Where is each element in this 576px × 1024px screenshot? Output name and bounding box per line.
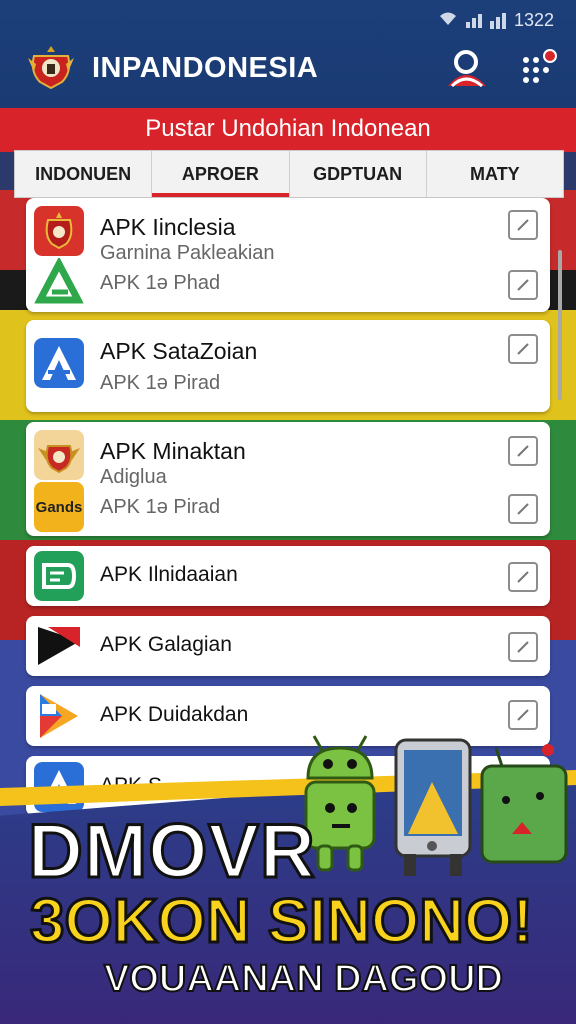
edit-button[interactable] (508, 210, 538, 240)
tab-gdptuan[interactable]: GDPTUAN (290, 151, 427, 197)
list-card: APK Galagian (26, 616, 550, 676)
list-card: APK SataZoian APK 1ə Pirad (26, 320, 550, 412)
edit-button[interactable] (508, 700, 538, 730)
item-title: APK Ilnidaaian (100, 563, 238, 586)
section-banner: Pustar Undohian Indonean (0, 108, 576, 152)
promo-highlight: 3OKON SINONO! (29, 886, 535, 958)
tab-indonuen[interactable]: INDONUEN (15, 151, 153, 197)
battery-icon (489, 12, 506, 29)
list-card: APK Ilnidaaian (26, 546, 550, 606)
item-title: APK Galagian (100, 633, 232, 656)
app-header: 1322 INPANDONESIA (0, 0, 576, 110)
phone-mascot-icon (394, 738, 472, 876)
edit-button[interactable] (508, 632, 538, 662)
android-robot-icon (304, 735, 376, 872)
tab-maty[interactable]: MATY (427, 151, 563, 197)
promo-tagline: VOUAANAN DAGOUD (103, 957, 504, 1001)
item-title: APK Duidakdan (100, 703, 249, 726)
gands-icon-label: Gands (35, 498, 83, 516)
app-title: INPANDONESIA (92, 52, 319, 84)
emblem-app-icon (34, 206, 84, 256)
scrollbar[interactable] (558, 250, 562, 400)
list-item[interactable]: APK Minaktan Adiglua (26, 422, 550, 488)
edit-button[interactable] (508, 494, 538, 524)
wifi-icon (438, 10, 458, 31)
list-item[interactable]: APK 1ə Phad (26, 256, 550, 312)
status-time: 1322 (513, 10, 554, 30)
tab-bar: INDONUEN APROER GDPTUAN MATY (14, 150, 564, 198)
item-meta: APK 1ə Phad (100, 272, 221, 294)
list-item[interactable]: APK SataZoian APK 1ə Pirad (26, 320, 550, 394)
promo-headline: DMOVR (27, 808, 317, 896)
list-item[interactable]: APK Ilnidaaian (26, 546, 550, 602)
coat-of-arms-logo (28, 46, 74, 90)
gands-app-icon: Gands (34, 482, 84, 532)
apps-menu-button[interactable] (518, 48, 558, 88)
item-meta: APK 1ə Pirad (100, 496, 221, 518)
list-card: APK Minaktan Adiglua Gands APK 1ə Pirad (26, 422, 550, 536)
item-title: APK Minaktan (100, 438, 246, 464)
list-item[interactable]: Gands APK 1ə Pirad (26, 480, 550, 536)
emblem-app-icon (34, 430, 84, 480)
list-item[interactable]: APK Iinclesia Garnina Pakleakian (26, 198, 550, 264)
signal-icon (465, 13, 482, 28)
mascot-illustration (304, 735, 568, 876)
profile-button[interactable] (444, 48, 490, 88)
box-robot-icon (480, 744, 568, 864)
item-title: APK SataZoian (100, 338, 258, 364)
green-chat-app-icon (34, 551, 84, 601)
blue-a-app-icon (34, 338, 84, 388)
play-style-app-icon (34, 690, 84, 740)
edit-button[interactable] (508, 562, 538, 592)
edit-button[interactable] (508, 334, 538, 364)
edit-button[interactable] (508, 270, 538, 300)
status-bar: 1322 (438, 10, 554, 31)
list-card: APK Iinclesia Garnina Pakleakian APK 1ə … (26, 198, 550, 312)
tab-aproer[interactable]: APROER (152, 151, 290, 197)
list-item[interactable]: APK Galagian (26, 616, 550, 672)
edit-button[interactable] (508, 436, 538, 466)
red-black-app-icon (34, 621, 84, 671)
item-title: APK Iinclesia (100, 214, 236, 240)
green-triangle-app-icon (34, 258, 84, 308)
item-meta: APK 1ə Pirad (100, 372, 221, 394)
